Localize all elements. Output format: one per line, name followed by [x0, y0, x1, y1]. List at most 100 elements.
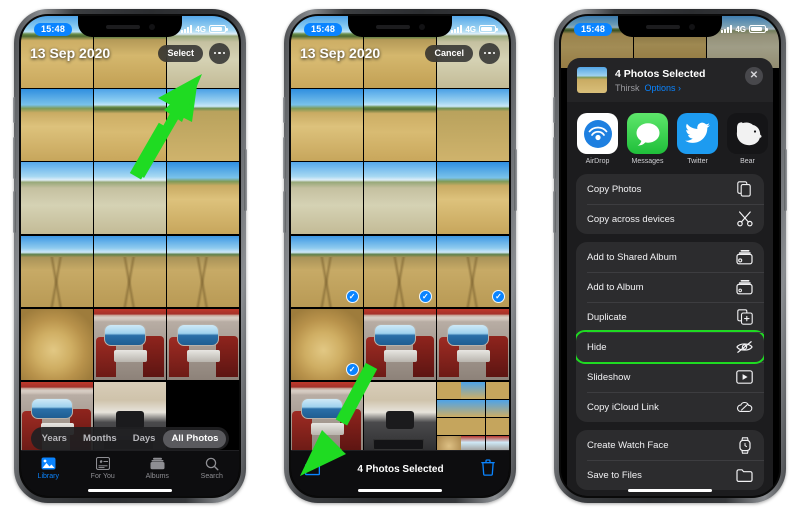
- photo-cell[interactable]: [167, 89, 239, 161]
- action-duplicate[interactable]: Duplicate: [576, 302, 764, 332]
- cancel-button[interactable]: Cancel: [425, 44, 473, 62]
- status-bar-2: 15:48 4G: [291, 16, 509, 38]
- photo-cell[interactable]: [364, 89, 436, 161]
- photo-cell[interactable]: [291, 89, 363, 161]
- share-sheet-subtitle: Thirsk: [615, 83, 640, 94]
- status-bar-3: 15:48 4G: [561, 16, 779, 38]
- trash-icon[interactable]: [481, 458, 495, 481]
- battery-icon: [479, 24, 498, 34]
- share-target-label: AirDrop: [585, 158, 610, 166]
- copy-icon: [736, 181, 753, 198]
- action-label: Copy Photos: [587, 183, 642, 195]
- tab-library[interactable]: Library: [21, 456, 76, 480]
- twitter-icon: [677, 113, 718, 155]
- icloud-link-icon: [736, 399, 753, 416]
- network-type-label: 4G: [195, 24, 206, 34]
- action-group-2: Add to Shared Album Add to Album Duplica…: [576, 242, 764, 423]
- share-options-link[interactable]: Options ›: [645, 83, 682, 93]
- signal-bars-icon: [721, 25, 733, 33]
- share-target-bear[interactable]: Bear: [727, 113, 768, 165]
- tab-albums[interactable]: Albums: [130, 456, 185, 480]
- ellipsis-icon[interactable]: [209, 42, 230, 64]
- selection-status-text: 4 Photos Selected: [357, 464, 444, 475]
- mute-switch[interactable]: [553, 97, 556, 123]
- segment-months[interactable]: Months: [75, 430, 125, 448]
- photo-cell[interactable]: [94, 308, 166, 381]
- tab-search[interactable]: Search: [185, 456, 240, 480]
- photo-cell[interactable]: [94, 89, 166, 161]
- volume-up-button[interactable]: [553, 137, 556, 179]
- photo-cell[interactable]: [21, 235, 93, 308]
- messages-icon: [627, 113, 668, 155]
- photo-cell-selected[interactable]: ✓: [364, 235, 436, 308]
- photo-cell-selected[interactable]: ✓: [437, 235, 509, 308]
- ellipsis-icon[interactable]: [479, 42, 500, 64]
- share-target-messages[interactable]: Messages: [627, 113, 668, 165]
- segment-years[interactable]: Years: [34, 430, 75, 448]
- mute-switch[interactable]: [13, 97, 16, 123]
- volume-down-button[interactable]: [283, 191, 286, 233]
- select-button[interactable]: Select: [158, 44, 203, 62]
- photo-cell[interactable]: [21, 308, 93, 381]
- photo-cell[interactable]: [291, 381, 363, 454]
- share-sheet: 4 Photos Selected Thirsk Options › ✕ Air…: [567, 58, 773, 496]
- action-save-to-files[interactable]: Save to Files: [576, 460, 764, 490]
- photo-cell-selected[interactable]: ✓: [291, 308, 363, 381]
- home-indicator: [358, 488, 442, 492]
- photo-cell[interactable]: [364, 308, 436, 381]
- share-options-label: Options: [644, 83, 676, 94]
- photo-cell[interactable]: [94, 235, 166, 308]
- shared-album-icon: [736, 249, 753, 266]
- photo-cell[interactable]: [291, 162, 363, 234]
- action-slideshow[interactable]: Slideshow: [576, 362, 764, 392]
- power-button[interactable]: [514, 149, 517, 211]
- watch-icon: [736, 436, 753, 454]
- volume-up-button[interactable]: [13, 137, 16, 179]
- segment-days[interactable]: Days: [125, 430, 164, 448]
- share-target-twitter[interactable]: Twitter: [677, 113, 718, 165]
- volume-down-button[interactable]: [13, 191, 16, 233]
- tab-label: Search: [200, 473, 223, 480]
- photo-cell[interactable]: [167, 162, 239, 234]
- eye-slash-icon: [736, 339, 753, 356]
- phone-3-screen: 4 Photos Selected Thirsk Options › ✕ Air…: [561, 16, 779, 496]
- photo-cell[interactable]: [437, 89, 509, 161]
- mute-switch[interactable]: [283, 97, 286, 123]
- action-create-watch-face[interactable]: Create Watch Face: [576, 430, 764, 460]
- page-title: 13 Sep 2020: [30, 45, 111, 61]
- action-copy-across-devices[interactable]: Copy across devices: [576, 204, 764, 234]
- power-button[interactable]: [784, 149, 787, 211]
- status-time: 15:48: [574, 22, 613, 36]
- photo-cell[interactable]: [437, 162, 509, 234]
- photos-nav-bar-1: 13 Sep 2020 Select: [21, 38, 239, 68]
- photo-grid-1: [21, 16, 239, 454]
- power-button[interactable]: [244, 149, 247, 211]
- photo-cell[interactable]: [364, 381, 436, 454]
- photo-cell[interactable]: [94, 162, 166, 235]
- close-icon[interactable]: ✕: [745, 67, 763, 85]
- action-copy-icloud-link[interactable]: Copy iCloud Link: [576, 392, 764, 422]
- tab-for-you[interactable]: For You: [76, 456, 131, 480]
- photo-cell[interactable]: [21, 162, 93, 234]
- segment-all-photos[interactable]: All Photos: [163, 429, 227, 448]
- play-rect-icon: [736, 369, 753, 386]
- action-copy-photos[interactable]: Copy Photos: [576, 174, 764, 204]
- photo-cell-overflow-grid[interactable]: [437, 381, 509, 454]
- action-hide[interactable]: Hide: [576, 330, 764, 365]
- share-target-airdrop[interactable]: AirDrop: [577, 113, 618, 165]
- photo-cell[interactable]: [167, 308, 239, 381]
- photo-cell[interactable]: [364, 162, 436, 235]
- share-icon[interactable]: [304, 458, 321, 481]
- action-add-to-shared-album[interactable]: Add to Shared Album: [576, 242, 764, 272]
- volume-up-button[interactable]: [283, 137, 286, 179]
- volume-down-button[interactable]: [553, 191, 556, 233]
- share-preview-thumbnail: [577, 67, 607, 93]
- photo-cell[interactable]: [167, 235, 239, 308]
- action-add-to-album[interactable]: Add to Album: [576, 272, 764, 302]
- chevron-right-icon: ›: [678, 83, 682, 94]
- photo-cell[interactable]: [437, 308, 509, 381]
- signal-bars-icon: [451, 25, 463, 33]
- photo-cell[interactable]: [21, 89, 93, 161]
- photo-cell-selected[interactable]: ✓: [291, 235, 363, 308]
- phone-2-frame: ✓ ✓ ✓ ✓ 13 Sep 2020 Cancel 4 Photos Sele…: [283, 9, 517, 503]
